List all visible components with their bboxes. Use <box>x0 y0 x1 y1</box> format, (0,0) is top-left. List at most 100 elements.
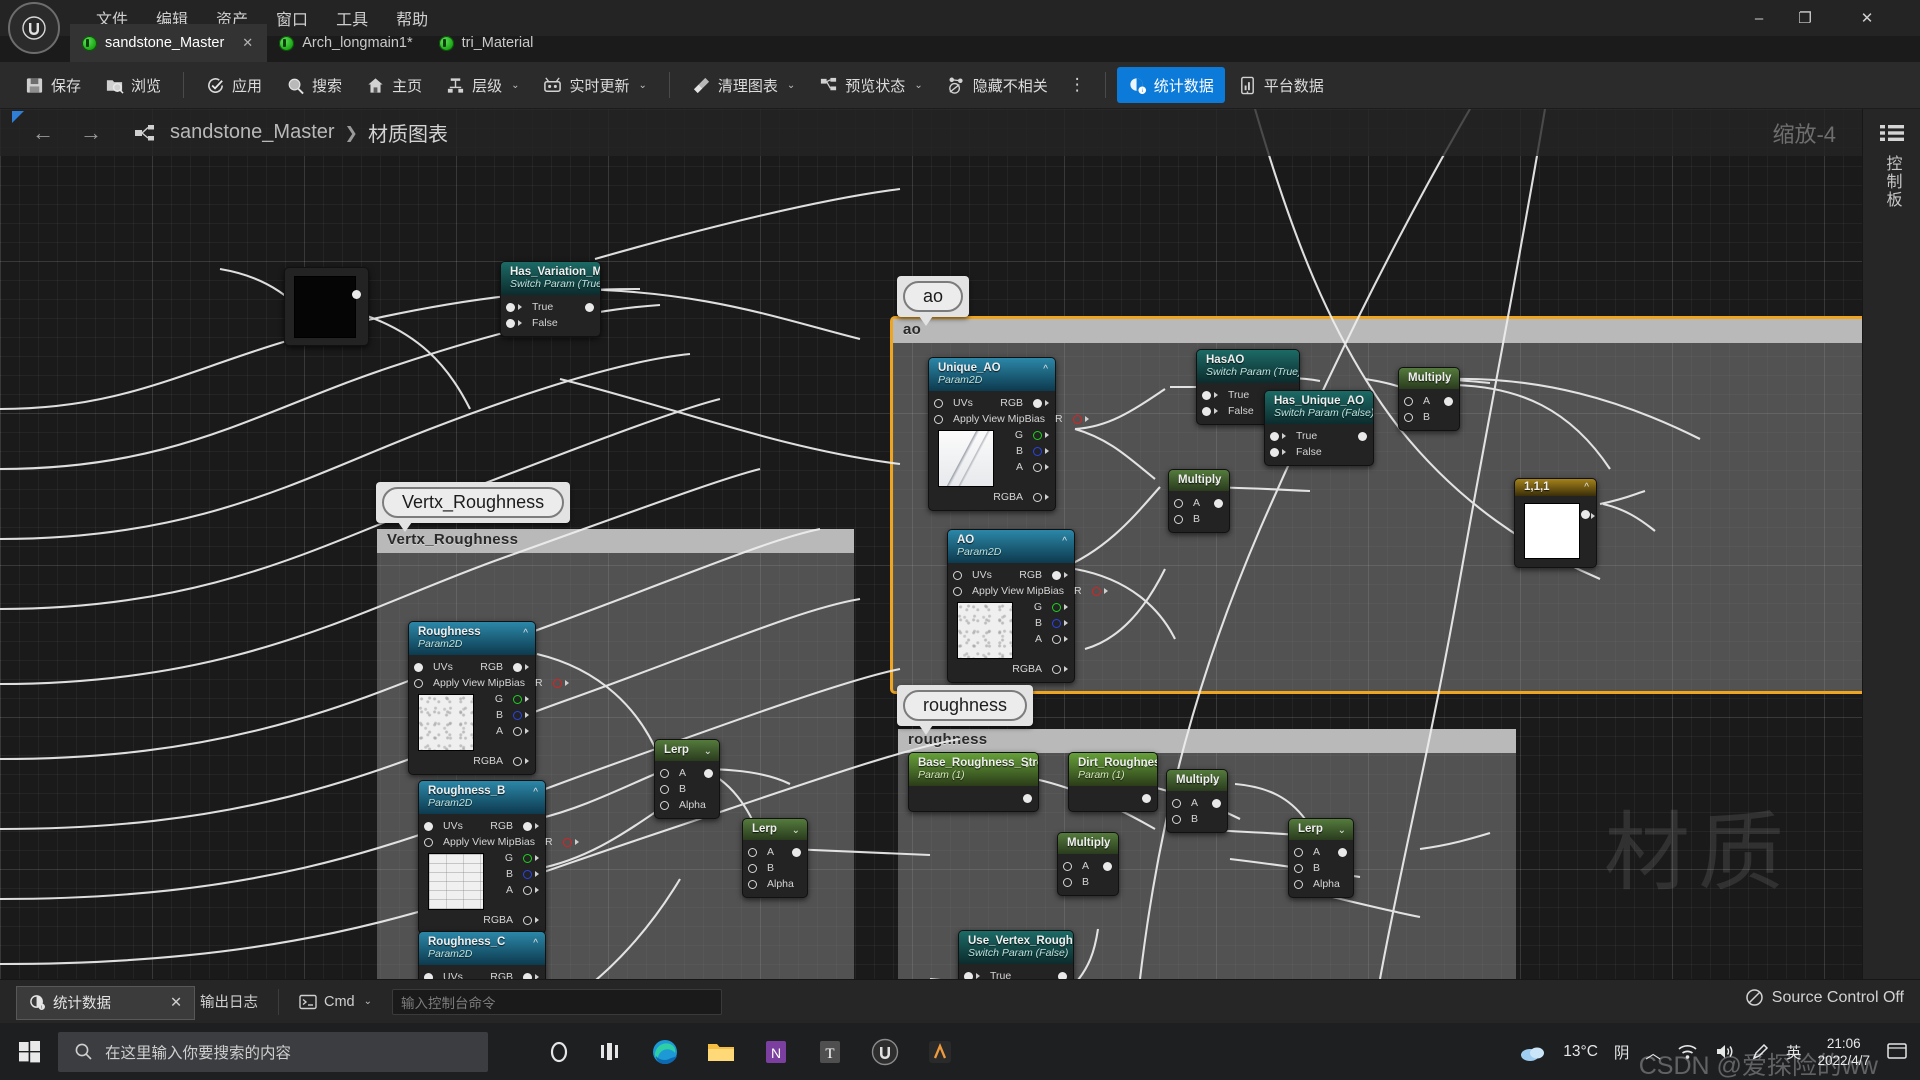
chevron-down-icon[interactable]: ⌄ <box>1214 476 1222 487</box>
output-pin[interactable] <box>792 847 801 857</box>
hierarchy-button[interactable]: 层级 ⌄ <box>435 67 530 103</box>
node-roughness[interactable]: Roughness Param2D ^ UVs RGB Apply View M… <box>408 621 569 775</box>
node-pin-row[interactable] <box>909 790 1038 806</box>
node-unique-ao[interactable]: Unique_AO Param2D ^ UVs RGB Apply View M… <box>928 357 1089 511</box>
control-panel-rail[interactable]: 控制板 <box>1862 109 1920 979</box>
node-pin-row[interactable]: G <box>1021 599 1074 615</box>
node-pin-row[interactable]: RGBA <box>948 661 1074 677</box>
live-update-button[interactable]: 实时更新 ⌄ <box>532 67 657 103</box>
input-pin[interactable] <box>506 318 515 328</box>
node-pin-row[interactable]: True <box>1265 428 1373 444</box>
node-pin-row[interactable]: B <box>492 866 545 882</box>
input-pin-b[interactable] <box>1174 514 1183 524</box>
output-pin-b[interactable] <box>513 710 522 720</box>
apply-button[interactable]: 应用 <box>195 67 273 103</box>
collapse-icon[interactable]: ^ <box>523 628 528 639</box>
maximize-button[interactable]: ❐ <box>1782 0 1828 36</box>
node-pin-row[interactable]: UVs RGB <box>419 818 545 834</box>
output-pin-r[interactable] <box>1072 414 1082 424</box>
node-pin-row[interactable]: Alpha <box>655 797 719 813</box>
node-lerp-2[interactable]: Lerp ⌄ A B Alpha <box>742 818 808 898</box>
unreal-icon[interactable] <box>870 1037 900 1067</box>
output-pin[interactable] <box>704 768 713 778</box>
output-pin-rgb[interactable] <box>1052 570 1061 580</box>
node-multiply-roughness-2[interactable]: Multiply ⌄ A B <box>1057 832 1119 896</box>
substance-icon[interactable] <box>926 1038 954 1066</box>
output-pin-rgb[interactable] <box>523 972 532 979</box>
chevron-down-icon[interactable]: ⌄ <box>1142 759 1150 770</box>
input-pin-mipbias[interactable] <box>424 837 433 847</box>
input-pin-a[interactable] <box>1174 498 1183 508</box>
input-pin-uvs[interactable] <box>424 821 433 831</box>
node-pin-row[interactable]: A <box>492 882 545 898</box>
chevron-down-icon[interactable]: ⌄ <box>792 825 800 836</box>
input-pin[interactable] <box>506 302 515 312</box>
chevron-down-icon[interactable]: ⌄ <box>1444 374 1452 385</box>
node-pin-row[interactable]: A <box>1289 844 1353 860</box>
output-pin-g[interactable] <box>1052 602 1061 612</box>
node-has-unique-ao[interactable]: Has_Unique_AO Switch Param (False) True … <box>1264 390 1374 466</box>
output-pin[interactable] <box>1581 510 1590 519</box>
input-pin-b[interactable] <box>748 863 757 873</box>
input-pin-uvs[interactable] <box>934 398 943 408</box>
chevron-down-icon[interactable]: ⌄ <box>511 80 519 91</box>
input-pin-uvs[interactable] <box>424 972 433 979</box>
node-pin-row[interactable]: A <box>482 723 535 739</box>
chevron-down-icon[interactable]: ⌄ <box>364 996 372 1007</box>
nav-back-button[interactable]: ← <box>22 120 64 146</box>
start-button[interactable] <box>0 1040 58 1063</box>
collapse-icon[interactable]: ^ <box>533 938 538 949</box>
cmd-selector[interactable]: Cmd ⌄ <box>289 987 382 1017</box>
node-has-variation-mask[interactable]: Has_Variation_Mask Switch Param (True) T… <box>500 261 601 337</box>
node-pin-row[interactable]: B <box>655 781 719 797</box>
clean-graph-button[interactable]: 清理图表 ⌄ <box>681 67 806 103</box>
node-base-roughness-strength[interactable]: Base_Roughness_Strength Param (1) ⌄ <box>908 752 1039 812</box>
input-pin-mipbias[interactable] <box>953 586 962 596</box>
node-pin-row[interactable]: A <box>1002 459 1055 475</box>
output-pin[interactable] <box>352 290 361 299</box>
tab-tri-material[interactable]: tri_Material <box>427 24 567 62</box>
node-use-vertex-roughness[interactable]: Use_Vertex_Roughness Switch Param (False… <box>958 930 1074 979</box>
node-pin-row[interactable]: B <box>743 860 807 876</box>
notification-center-icon[interactable] <box>1886 1041 1908 1063</box>
chevron-down-icon[interactable]: ⌄ <box>639 80 647 91</box>
input-pin-a[interactable] <box>1404 396 1413 406</box>
node-pin-row[interactable]: RGBA <box>409 753 535 769</box>
minimize-button[interactable]: – <box>1736 0 1782 36</box>
node-pin-row[interactable]: A <box>1058 858 1118 874</box>
output-pin-a[interactable] <box>1033 462 1042 472</box>
output-pin-rgba[interactable] <box>513 756 522 766</box>
node-dirt-roughness[interactable]: Dirt_Roughness Param (1) ⌄ <box>1068 752 1158 812</box>
output-pin[interactable] <box>585 302 594 312</box>
input-pin-alpha[interactable] <box>660 800 669 810</box>
input-pin-mipbias[interactable] <box>414 678 423 688</box>
node-pin-row[interactable]: A <box>1021 631 1074 647</box>
material-graph-canvas[interactable]: ao ao Vertx_Roughness Vertx_Roughness ro… <box>0 109 1862 979</box>
output-pin-a[interactable] <box>1052 634 1061 644</box>
output-pin[interactable] <box>1444 396 1453 406</box>
node-pin-row[interactable]: B <box>1399 409 1459 425</box>
chevron-down-icon[interactable]: ⌄ <box>1338 825 1346 836</box>
node-pin-row[interactable]: True <box>501 299 600 315</box>
output-pin-r[interactable] <box>562 837 572 847</box>
output-pin-rgba[interactable] <box>1052 664 1061 674</box>
output-pin-r[interactable] <box>552 678 562 688</box>
output-pin[interactable] <box>1023 793 1032 803</box>
node-pin-row[interactable]: True <box>959 968 1073 979</box>
chevron-down-icon[interactable]: ⌄ <box>787 80 795 91</box>
close-button[interactable]: ✕ <box>1844 0 1890 36</box>
output-pin-b[interactable] <box>523 869 532 879</box>
tab-sandstone-master[interactable]: sandstone_Master ✕ <box>70 24 268 62</box>
home-button[interactable]: 主页 <box>355 67 433 103</box>
output-pin-g[interactable] <box>1033 430 1042 440</box>
node-pin-row[interactable] <box>1069 790 1157 806</box>
cortana-icon[interactable] <box>546 1039 572 1065</box>
output-pin[interactable] <box>1338 847 1347 857</box>
node-roughness-b[interactable]: Roughness_B Param2D ^ UVs RGB Apply View… <box>418 780 579 934</box>
node-pin-row[interactable]: A <box>1399 393 1459 409</box>
collapse-icon[interactable]: ^ <box>1043 364 1048 375</box>
nav-forward-button[interactable]: → <box>70 120 112 146</box>
preview-state-button[interactable]: 预览状态 ⌄ <box>808 67 933 103</box>
node-pin-row[interactable]: False <box>1265 444 1373 460</box>
node-ao-texture[interactable]: AO Param2D ^ UVs RGB Apply View MipBias … <box>947 529 1108 683</box>
